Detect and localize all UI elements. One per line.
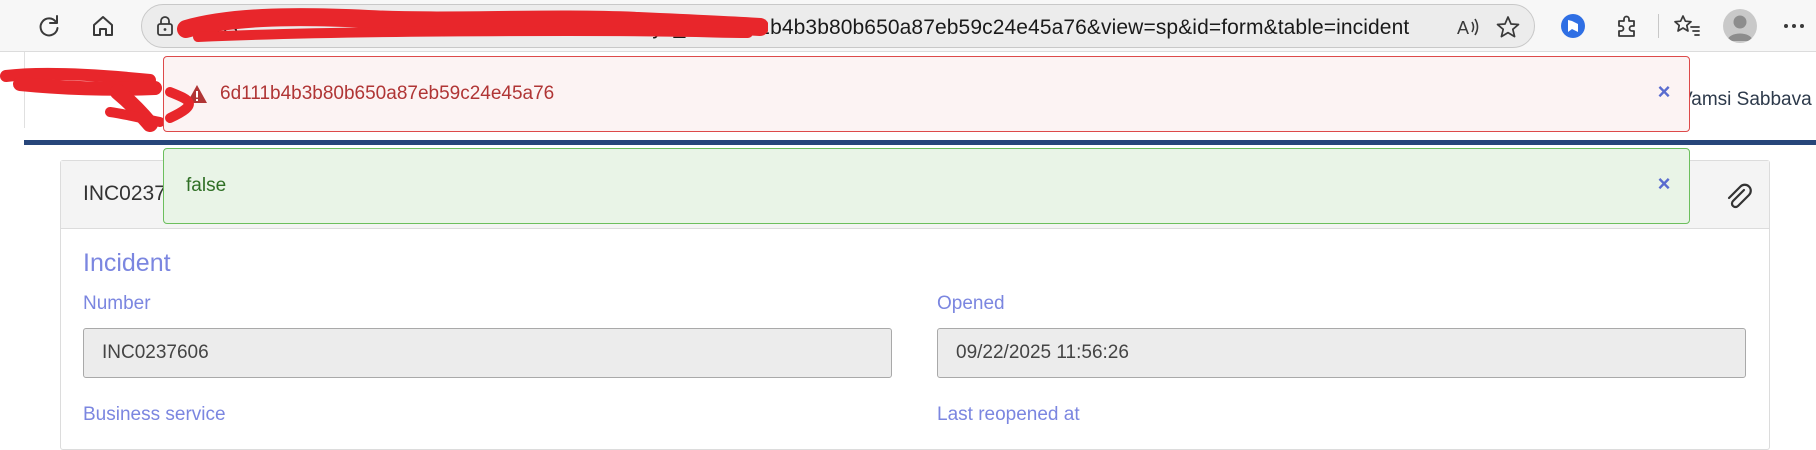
- home-icon: [93, 16, 113, 36]
- profile-button[interactable]: [1723, 9, 1757, 43]
- number-label: Number: [83, 293, 151, 314]
- record-title: INC0237: [83, 182, 166, 205]
- more-button[interactable]: [1777, 9, 1811, 43]
- business-service-label: Business service: [83, 404, 226, 425]
- refresh-icon: [39, 15, 59, 37]
- read-aloud-button[interactable]: A: [1456, 14, 1482, 40]
- close-error-alert-button[interactable]: ×: [1651, 79, 1677, 105]
- url-redaction-scribble: [177, 8, 768, 42]
- favorites-icon: [1674, 15, 1700, 36]
- favorite-star-icon: [1496, 16, 1520, 38]
- error-alert-message: 6d111b4b3b80b650a87eb59c24e45a76: [220, 83, 555, 104]
- last-reopened-at-label: Last reopened at: [937, 404, 1080, 425]
- opened-field[interactable]: [937, 328, 1746, 378]
- warning-triangle-icon: [187, 85, 207, 103]
- address-bar[interactable]: https ?sys_id=6d111b4b3b80b650a87eb59c24e…: [141, 4, 1535, 48]
- extensions-icon: [1618, 15, 1635, 37]
- opened-label: Opened: [937, 293, 1005, 314]
- refresh-button[interactable]: [33, 10, 65, 42]
- user-menu-name[interactable]: Vamsi Sabbava: [1680, 89, 1812, 111]
- attachment-button[interactable]: [1721, 179, 1755, 213]
- toolbar-separator: [1658, 14, 1659, 38]
- more-icon: [1784, 24, 1804, 28]
- home-button[interactable]: [87, 10, 119, 42]
- error-alert: 6d111b4b3b80b650a87eb59c24e45a76 ×: [163, 56, 1690, 132]
- header-divider: [24, 140, 1816, 145]
- logo-redaction-scribble: [0, 67, 165, 132]
- svg-text:A: A: [1457, 18, 1469, 38]
- close-success-alert-button[interactable]: ×: [1651, 171, 1677, 197]
- profile-icon: [1727, 15, 1753, 41]
- favorites-button[interactable]: [1670, 9, 1704, 43]
- section-title-incident: Incident: [83, 249, 171, 277]
- number-field[interactable]: [83, 328, 892, 378]
- success-alert-message: false: [186, 175, 227, 196]
- paperclip-icon: [1727, 183, 1752, 209]
- copilot-icon: [1561, 14, 1585, 38]
- success-alert: false ×: [163, 148, 1690, 224]
- read-aloud-icon: A: [1457, 18, 1479, 38]
- extensions-button[interactable]: [1610, 9, 1644, 43]
- browser-toolbar: https ?sys_id=6d111b4b3b80b650a87eb59c24e…: [0, 0, 1816, 52]
- favorite-button[interactable]: [1495, 14, 1521, 40]
- copilot-button[interactable]: [1556, 9, 1590, 43]
